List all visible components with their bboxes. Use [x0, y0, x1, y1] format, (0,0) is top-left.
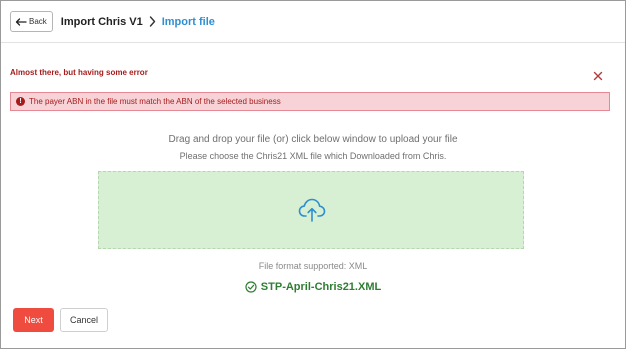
- check-circle-icon: [245, 281, 257, 293]
- cloud-upload-icon: [298, 198, 326, 222]
- breadcrumb-current[interactable]: Import file: [162, 16, 215, 28]
- supported-formats: File format supported: XML: [258, 261, 368, 271]
- error-banner: ! The payer ABN in the file must match t…: [10, 92, 610, 111]
- close-icon[interactable]: [592, 70, 604, 82]
- arrow-left-icon: [15, 17, 27, 26]
- exclamation-icon: !: [16, 97, 25, 106]
- file-dropzone[interactable]: [98, 171, 524, 249]
- error-heading: Almost there, but having some error: [10, 68, 148, 77]
- file-name: STP-April-Chris21.XML: [260, 281, 382, 293]
- back-button-label: Back: [29, 17, 47, 26]
- breadcrumb-title[interactable]: Import Chris V1: [61, 16, 143, 28]
- selected-file: STP-April-Chris21.XML: [0, 281, 626, 293]
- cancel-button[interactable]: Cancel: [60, 308, 108, 332]
- upload-subinstruction: Please choose the Chris21 XML file which…: [179, 151, 447, 161]
- next-button[interactable]: Next: [13, 308, 54, 332]
- back-button[interactable]: Back: [10, 11, 53, 32]
- error-message: The payer ABN in the file must match the…: [29, 97, 281, 106]
- header-bar: Back Import Chris V1 Import file: [1, 1, 625, 43]
- chevron-right-icon: [149, 16, 156, 27]
- upload-instruction: Drag and drop your file (or) click below…: [168, 134, 458, 145]
